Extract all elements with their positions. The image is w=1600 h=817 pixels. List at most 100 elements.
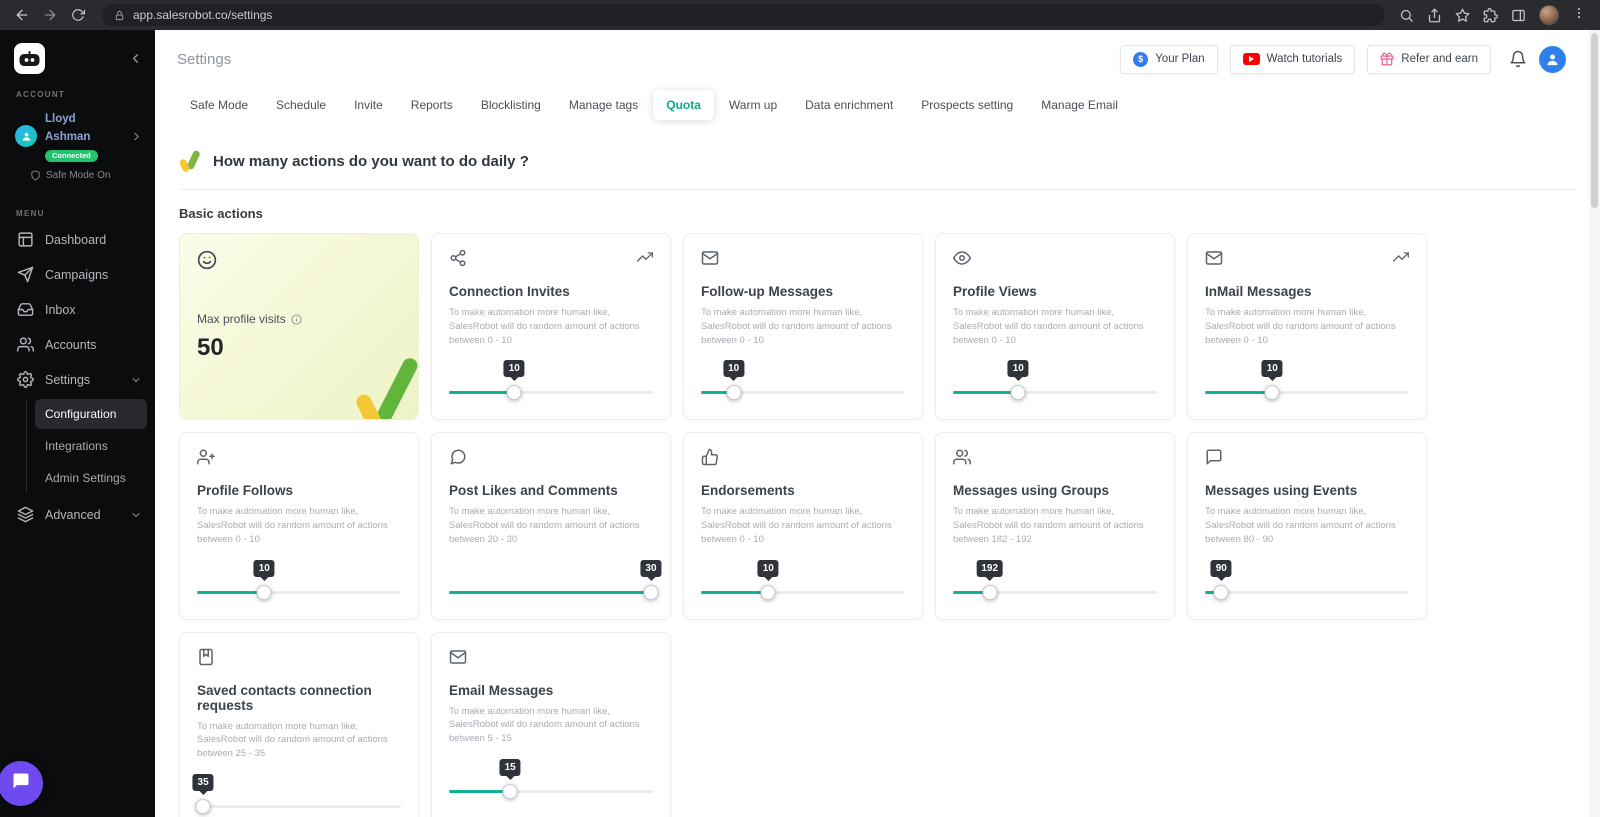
salesrobot-logo [14,43,45,74]
tab-prospects-setting[interactable]: Prospects setting [908,90,1026,120]
extensions-puzzle-icon[interactable] [1483,7,1498,23]
quota-slider[interactable]: 10 [449,360,653,404]
tab-warm-up[interactable]: Warm up [716,90,790,120]
browser-menu-icon[interactable] [1572,6,1586,25]
slider-track[interactable] [197,804,401,808]
action-quota-card: Profile Follows To make automation more … [179,432,419,620]
quota-slider[interactable]: 10 [1205,360,1409,404]
refer-and-earn-button[interactable]: Refer and earn [1367,44,1491,74]
slider-fill [701,590,769,594]
slider-thumb[interactable] [1010,385,1026,401]
info-icon[interactable] [291,313,302,325]
chevron-down-icon[interactable] [130,509,142,521]
sidebar-item-admin-settings[interactable]: Admin Settings [35,463,147,493]
action-quota-card: Connection Invites To make automation mo… [431,233,671,421]
card-title: Connection Invites [449,284,570,299]
tab-manage-tags[interactable]: Manage tags [556,90,651,120]
page-scrollbar[interactable] [1589,30,1600,817]
chevron-down-icon[interactable] [130,374,142,386]
sidebar-item-campaigns[interactable]: Campaigns [0,257,155,292]
user-avatar[interactable] [1539,45,1566,73]
trending-up-icon [1393,249,1409,265]
tab-invite[interactable]: Invite [341,90,396,120]
sidebar-item-accounts[interactable]: Accounts [0,327,155,362]
account-switcher[interactable]: Lloyd Ashman Connected [0,103,155,165]
tab-blocklisting[interactable]: Blocklisting [468,90,554,120]
address-bar[interactable]: app.salesrobot.co/settings [102,4,1385,26]
back-button[interactable] [10,3,34,27]
slider-thumb[interactable] [1264,385,1280,401]
browser-profile-avatar[interactable] [1539,5,1559,25]
quota-slider[interactable]: 10 [953,360,1157,404]
tab-schedule[interactable]: Schedule [263,90,339,120]
slider-track[interactable] [197,590,401,594]
side-panel-icon[interactable] [1511,8,1526,23]
sidebar-item-dashboard[interactable]: Dashboard [0,222,155,257]
slider-thumb[interactable] [760,584,776,600]
slider-value-badge: 30 [640,559,662,577]
card-description: To make automation more human like, Sale… [449,705,640,745]
card-description: To make automation more human like, Sale… [449,307,640,346]
watch-tutorials-button[interactable]: Watch tutorials [1229,44,1356,74]
daily-actions-question: How many actions do you want to do daily… [213,153,529,170]
slider-thumb[interactable] [1213,584,1229,600]
slider-thumb[interactable] [506,385,522,401]
quota-content: How many actions do you want to do daily… [155,128,1600,817]
shield-icon [30,170,41,181]
slider-track[interactable] [449,789,653,793]
quota-slider[interactable]: 192 [953,559,1157,604]
tab-data-enrichment[interactable]: Data enrichment [792,90,906,120]
chat-bubble-icon [11,771,31,796]
slider-value-badge: 10 [503,360,525,378]
quota-slider[interactable]: 10 [701,360,905,404]
sidebar-item-settings[interactable]: Settings [0,362,155,397]
scrollbar-thumb[interactable] [1591,33,1598,208]
slider-thumb[interactable] [195,798,211,814]
zoom-icon[interactable] [1399,8,1414,23]
your-plan-button[interactable]: $ Your Plan [1120,44,1218,74]
connected-badge: Connected [45,149,98,162]
tab-quota[interactable]: Quota [653,90,714,120]
share-page-icon[interactable] [1427,8,1442,23]
tab-reports[interactable]: Reports [398,90,466,120]
slider-thumb[interactable] [256,584,272,600]
collapse-sidebar-icon[interactable] [128,51,143,66]
action-quota-card: Follow-up Messages To make automation mo… [683,233,923,421]
slider-thumb[interactable] [502,783,518,799]
basic-actions-label: Basic actions [179,206,263,221]
sidebar-item-integrations[interactable]: Integrations [35,431,147,461]
card-description: To make automation more human like, Sale… [1205,506,1396,545]
slider-value-badge: 10 [1007,360,1029,378]
tab-safe-mode[interactable]: Safe Mode [177,90,261,120]
slider-value-badge: 10 [1261,360,1283,378]
forward-button[interactable] [38,3,62,27]
reload-button[interactable] [66,3,90,27]
slider-track[interactable] [1205,590,1409,594]
slider-track[interactable] [953,391,1157,395]
chat-widget-button[interactable] [0,761,43,806]
slider-value-badge: 10 [253,559,275,577]
slider-thumb[interactable] [982,584,998,600]
slider-track[interactable] [1205,391,1409,395]
card-title: Endorsements [701,483,795,499]
quota-slider[interactable]: 35 [192,773,401,817]
quota-slider[interactable]: 10 [701,559,905,604]
browser-toolbar: app.salesrobot.co/settings [0,0,1600,30]
sidebar-item-configuration[interactable]: Configuration [35,399,147,429]
quota-slider[interactable]: 30 [449,559,662,604]
quota-slider[interactable]: 15 [449,758,653,803]
slider-track[interactable] [701,590,905,594]
menu-section-label: MENU [16,209,45,218]
tab-manage-email[interactable]: Manage Email [1028,90,1131,120]
slider-thumb[interactable] [643,584,659,600]
notifications-bell-icon[interactable] [1509,50,1527,68]
slider-thumb[interactable] [726,385,742,401]
quota-slider[interactable]: 90 [1205,559,1409,604]
bookmark-star-icon[interactable] [1455,8,1470,23]
slider-track[interactable] [449,391,653,395]
chevron-right-icon[interactable] [130,130,143,143]
sidebar-item-advanced[interactable]: Advanced [0,497,155,532]
sidebar-item-inbox[interactable]: Inbox [0,292,155,327]
slider-track[interactable] [449,590,653,594]
quota-slider[interactable]: 10 [197,559,401,604]
